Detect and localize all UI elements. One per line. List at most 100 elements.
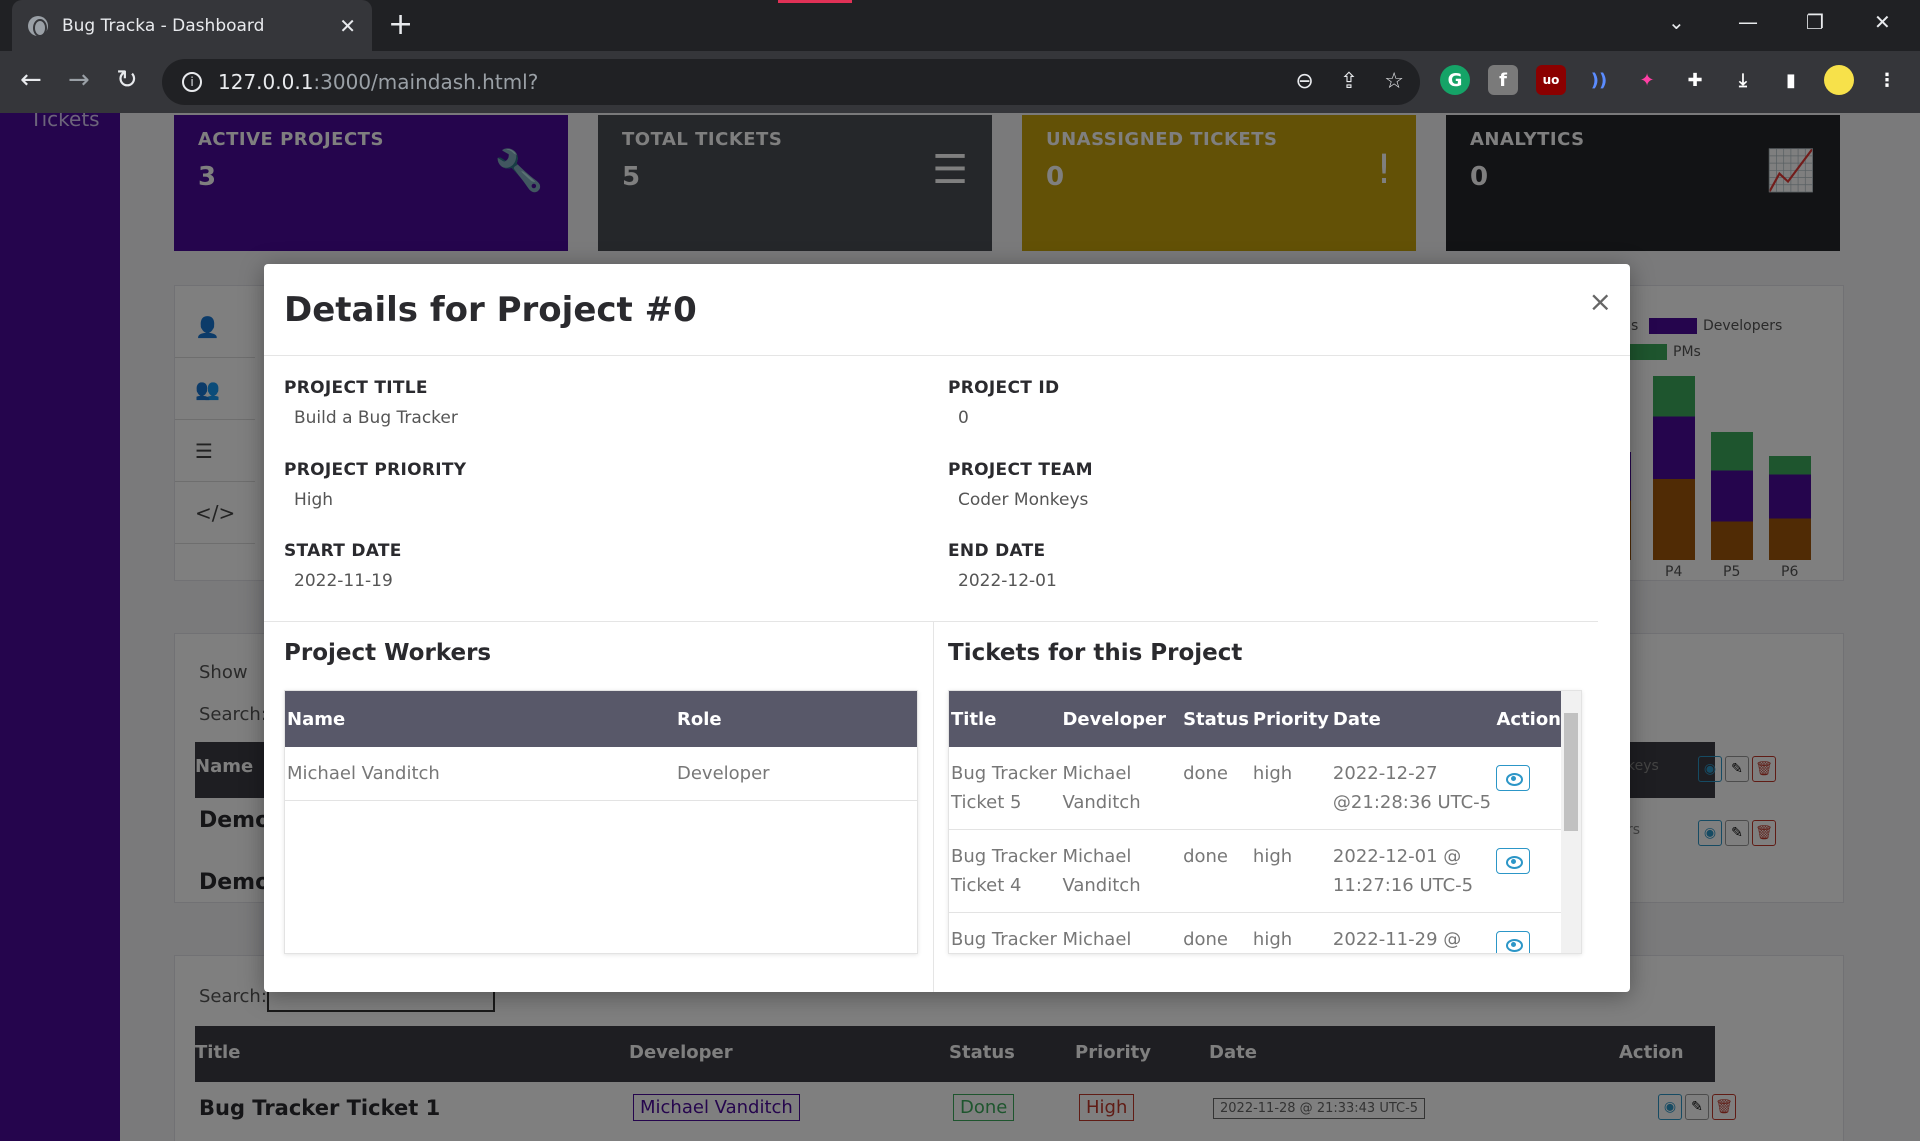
download-icon[interactable]: ⤓ — [1728, 65, 1758, 95]
ticket-priority: high — [1252, 763, 1293, 784]
forward-icon[interactable]: → — [68, 65, 90, 95]
browser-tab[interactable]: Bug Tracka - Dashboard ✕ — [12, 0, 372, 51]
share-icon[interactable]: ⇪ — [1340, 69, 1358, 94]
tab-search-icon[interactable]: ⌄ — [1668, 10, 1685, 34]
ticket-developer: Michael Vanditch — [1062, 763, 1141, 813]
minimize-icon[interactable]: — — [1738, 10, 1758, 34]
grammarly-icon[interactable]: G — [1440, 65, 1470, 95]
ublock-icon[interactable]: uo — [1536, 65, 1566, 95]
ticket-title: Bug Tracker — [951, 929, 1057, 950]
table-row: Bug Tracker Ticket 4 Michael Vanditch do… — [949, 830, 1563, 913]
section-divider — [264, 621, 1598, 622]
view-icon[interactable] — [1496, 765, 1531, 791]
tickets-section-title: Tickets for this Project — [948, 640, 1243, 666]
recording-indicator — [778, 0, 852, 3]
field-project-priority: PROJECT PRIORITY High — [284, 460, 466, 510]
project-tickets-table-container: Title Developer Status Priority Date Act… — [948, 690, 1582, 954]
ticket-status: done — [1183, 846, 1228, 867]
ticket-title: Bug Tracker Ticket 5 — [951, 763, 1057, 813]
window-close-icon[interactable]: ✕ — [1874, 10, 1891, 34]
workers-table-header: Name Role — [285, 691, 917, 747]
column-header-date[interactable]: Date — [1330, 691, 1495, 747]
ticket-date: 2022-11-29 @ — [1332, 929, 1462, 950]
ticket-status: done — [1183, 763, 1228, 784]
tab-title: Bug Tracka - Dashboard — [62, 15, 265, 36]
extension-icon[interactable]: f — [1488, 65, 1518, 95]
column-header-role[interactable]: Role — [675, 691, 917, 747]
ticket-priority: high — [1252, 929, 1293, 950]
workers-section-title: Project Workers — [284, 640, 492, 666]
field-value: Coder Monkeys — [958, 490, 1089, 510]
menu-kebab-icon[interactable]: ⋮ — [1872, 65, 1902, 95]
field-label: PROJECT TEAM — [948, 460, 1093, 480]
tickets-scrollbar[interactable] — [1561, 691, 1581, 953]
view-icon[interactable] — [1496, 931, 1531, 953]
ticket-developer: Michael Vanditch — [1062, 846, 1141, 896]
ticket-date: 2022-12-01 @ 11:27:16 UTC-5 — [1332, 846, 1474, 896]
field-end-date: END DATE 2022-12-01 — [948, 541, 1057, 591]
reload-icon[interactable]: ↻ — [116, 65, 138, 95]
url-path: :3000/maindash.html? — [313, 70, 539, 94]
globe-icon — [28, 15, 48, 37]
zoom-icon[interactable]: ⊖ — [1295, 69, 1313, 94]
worker-name: Michael Vanditch — [287, 763, 440, 784]
workers-table-container: Name Role Michael Vanditch Developer — [284, 690, 918, 954]
workers-table: Name Role Michael Vanditch Developer — [285, 691, 917, 801]
field-project-id: PROJECT ID 0 — [948, 378, 1059, 428]
url-host: 127.0.0.1 — [218, 70, 314, 94]
table-row: Michael Vanditch Developer — [285, 747, 917, 801]
table-row: Bug Tracker Ticket 5 Michael Vanditch do… — [949, 747, 1563, 830]
back-icon[interactable]: ← — [20, 65, 42, 95]
field-project-team: PROJECT TEAM Coder Monkeys — [948, 460, 1093, 510]
puzzle-icon[interactable]: ✚ — [1680, 65, 1710, 95]
column-header-developer[interactable]: Developer — [1060, 691, 1182, 747]
ticket-action — [1494, 747, 1563, 830]
tab-close-icon[interactable]: ✕ — [339, 14, 356, 38]
column-header-name[interactable]: Name — [285, 691, 675, 747]
worker-role: Developer — [677, 763, 770, 784]
field-value: Build a Bug Tracker — [294, 408, 458, 428]
column-header-title[interactable]: Title — [949, 691, 1061, 747]
bookmark-star-icon[interactable]: ☆ — [1384, 69, 1404, 94]
project-tickets-table: Title Developer Status Priority Date Act… — [949, 691, 1563, 953]
side-panel-icon[interactable]: ▮ — [1776, 65, 1806, 95]
modal-close-icon[interactable]: × — [1589, 288, 1612, 316]
column-header-priority[interactable]: Priority — [1250, 691, 1331, 747]
ticket-priority: high — [1252, 846, 1293, 867]
ticket-action — [1494, 830, 1563, 913]
table-row: Bug Tracker Michael done high 2022-11-29… — [949, 913, 1563, 953]
profile-avatar[interactable] — [1824, 65, 1854, 95]
new-tab-icon[interactable]: + — [388, 8, 413, 42]
tickets-table-header: Title Developer Status Priority Date Act… — [949, 691, 1563, 747]
field-value: High — [294, 490, 334, 510]
field-value: 2022-11-19 — [294, 571, 393, 591]
view-icon[interactable] — [1496, 848, 1531, 874]
field-start-date: START DATE 2022-11-19 — [284, 541, 402, 591]
ticket-status: done — [1183, 929, 1228, 950]
site-info-icon[interactable]: i — [182, 72, 202, 92]
color-picker-icon[interactable]: ✦ — [1632, 65, 1662, 95]
field-project-title: PROJECT TITLE Build a Bug Tracker — [284, 378, 458, 428]
field-label: END DATE — [948, 541, 1046, 561]
ticket-developer: Michael — [1062, 929, 1132, 950]
ticket-title: Bug Tracker Ticket 4 — [951, 846, 1057, 896]
column-header-status[interactable]: Status — [1181, 691, 1251, 747]
restore-icon[interactable]: ❐ — [1806, 10, 1824, 34]
field-label: PROJECT PRIORITY — [284, 460, 467, 480]
modal-header: Details for Project #0 × — [264, 264, 1630, 356]
browser-tabstrip: Bug Tracka - Dashboard ✕ + ⌄ — ❐ ✕ — [0, 0, 1920, 51]
scrollbar-thumb[interactable] — [1564, 713, 1578, 831]
ticket-action — [1494, 913, 1563, 953]
field-value: 2022-12-01 — [958, 571, 1057, 591]
column-divider — [933, 622, 934, 992]
browser-toolbar: ← → ↻ i 127.0.0.1 :3000/maindash.html? ⊖… — [0, 51, 1920, 113]
modal-title: Details for Project #0 — [284, 290, 697, 330]
address-bar[interactable]: i 127.0.0.1 :3000/maindash.html? ⊖ ⇪ ☆ — [162, 59, 1420, 105]
field-label: PROJECT TITLE — [284, 378, 428, 398]
column-header-action[interactable]: Action — [1494, 691, 1563, 747]
field-value: 0 — [958, 408, 969, 428]
omnibox-actions: ⊖ ⇪ ☆ — [1295, 69, 1404, 94]
field-label: START DATE — [284, 541, 402, 561]
sound-extension-icon[interactable]: )) — [1584, 65, 1614, 95]
ticket-date: 2022-12-27 @21:28:36 UTC-5 — [1332, 763, 1492, 813]
